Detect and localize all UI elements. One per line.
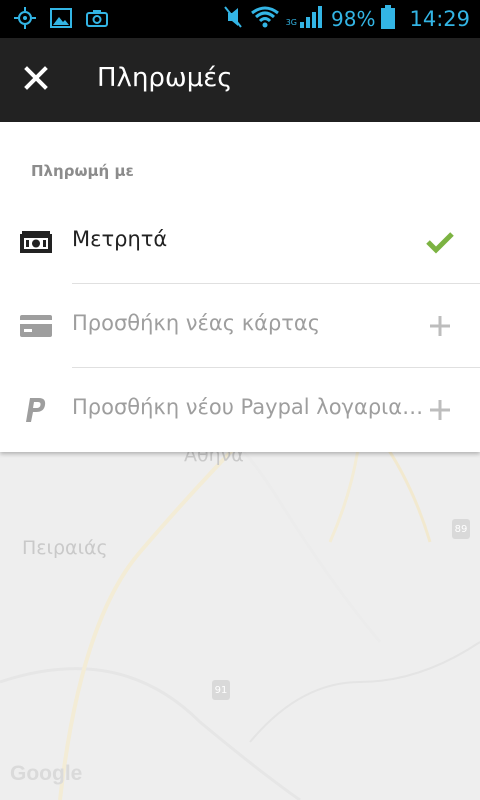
- wifi-icon: [250, 6, 280, 32]
- toolbar: Πληρωμές: [0, 38, 480, 122]
- road-badge: 91: [212, 680, 230, 700]
- map-label-piraeus: Πειραιάς: [22, 537, 108, 559]
- plus-icon[interactable]: [424, 310, 456, 342]
- battery-icon: [381, 5, 396, 33]
- cash-icon: [20, 228, 52, 256]
- image-icon: [50, 8, 72, 32]
- page-title: Πληρωμές: [97, 63, 233, 93]
- battery-percent: 98%: [331, 7, 376, 31]
- payment-method-label: Προσθήκη νέας κάρτας: [72, 311, 321, 335]
- section-header: Πληρωμή με: [31, 162, 134, 180]
- signal-icon: [299, 5, 325, 33]
- payment-method-label: Μετρητά: [72, 227, 168, 251]
- payment-method-add-card[interactable]: Προσθήκη νέας κάρτας: [0, 284, 480, 368]
- google-logo: Google: [10, 762, 83, 785]
- plus-icon[interactable]: [424, 394, 456, 426]
- payment-methods-panel: Πληρωμή με Μετρητά Προσθήκη νέας κάρτας …: [0, 122, 480, 452]
- paypal-icon: [20, 396, 52, 424]
- payment-method-cash[interactable]: Μετρητά: [0, 200, 480, 284]
- check-icon: [424, 226, 456, 258]
- status-icons-left: [14, 7, 108, 33]
- payment-method-label: Προσθήκη νέου Paypal λογαριασμού: [72, 395, 432, 419]
- clock: 14:29: [409, 7, 470, 31]
- gps-icon: [14, 7, 36, 33]
- camera-icon: [86, 9, 108, 31]
- network-type: 3G: [285, 17, 298, 27]
- credit-card-icon: [20, 312, 52, 340]
- road-badge: 89: [452, 519, 470, 539]
- status-icons-right: 3G 98% 14:29: [222, 4, 470, 34]
- close-icon: [24, 66, 48, 94]
- close-button[interactable]: [14, 58, 58, 102]
- status-bar: 3G 98% 14:29: [0, 0, 480, 38]
- mute-icon: [222, 5, 244, 33]
- payment-method-add-paypal[interactable]: Προσθήκη νέου Paypal λογαριασμού: [0, 368, 480, 452]
